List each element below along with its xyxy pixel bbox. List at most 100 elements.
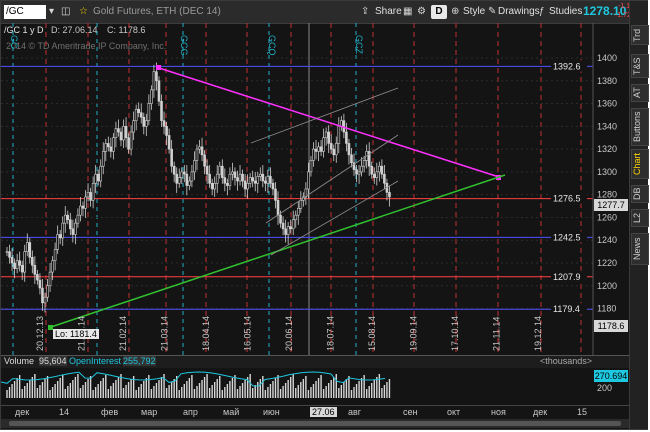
symbol-input[interactable]: /GC bbox=[4, 5, 46, 19]
candle-body bbox=[38, 279, 42, 289]
candle-body bbox=[362, 160, 366, 167]
chevron-down-icon[interactable]: ▾ bbox=[49, 5, 59, 19]
tab-buttons[interactable]: Buttons bbox=[631, 108, 649, 146]
candle-body bbox=[276, 200, 280, 216]
candle-body bbox=[137, 108, 141, 113]
month-label: окт bbox=[447, 407, 461, 417]
candle-body bbox=[58, 234, 62, 239]
month-label: 15 bbox=[577, 407, 588, 417]
price-tick-label: 1200 bbox=[597, 281, 617, 291]
candle-body bbox=[175, 173, 179, 184]
price-tick-label: 1380 bbox=[597, 76, 617, 86]
candle-body bbox=[101, 151, 105, 167]
candle-body bbox=[94, 173, 97, 184]
month-label: июн bbox=[263, 407, 280, 417]
candle-body bbox=[180, 171, 184, 178]
style-button[interactable]: Style bbox=[463, 5, 485, 19]
candle-body bbox=[66, 214, 70, 221]
candle-body bbox=[96, 173, 100, 182]
studies-icon[interactable]: ƒ bbox=[539, 5, 545, 19]
candle-body bbox=[210, 182, 214, 190]
candle-body bbox=[324, 131, 328, 139]
candle-body bbox=[383, 173, 386, 184]
price-tick-label: 1260 bbox=[597, 212, 617, 222]
candle-body bbox=[117, 128, 120, 133]
candle-body bbox=[226, 182, 229, 186]
candle-body bbox=[312, 148, 315, 161]
channel-upper bbox=[250, 87, 399, 144]
volume-label: Volume bbox=[4, 356, 35, 366]
grid-icon[interactable]: ▦ bbox=[403, 5, 412, 19]
candle-body bbox=[13, 262, 16, 269]
expiry-tag: GC bbox=[9, 35, 19, 49]
month-label: апр bbox=[183, 407, 198, 417]
candle-body bbox=[317, 146, 320, 152]
candle-body bbox=[89, 192, 92, 201]
tab-time-sales[interactable]: T&S bbox=[631, 54, 649, 78]
resistance-trendline bbox=[158, 67, 500, 178]
scrollbar-thumb[interactable] bbox=[9, 421, 621, 426]
candle-body bbox=[15, 260, 19, 269]
candle-body bbox=[53, 249, 57, 262]
last-close-tag: 1178.6 bbox=[594, 320, 628, 332]
candle-body bbox=[63, 214, 67, 224]
candle-body bbox=[350, 154, 353, 164]
tab-at[interactable]: AT bbox=[631, 84, 649, 102]
studies-button[interactable]: Studies bbox=[549, 5, 582, 19]
horizontal-scrollbar[interactable] bbox=[1, 419, 629, 428]
candle-body bbox=[48, 271, 52, 287]
candle-body bbox=[36, 274, 39, 281]
share-icon[interactable]: ⇪ bbox=[361, 5, 369, 19]
candle-body bbox=[195, 148, 199, 161]
candle-body bbox=[203, 154, 206, 167]
channel-lower bbox=[270, 180, 399, 256]
month-label: авг bbox=[348, 407, 362, 417]
tab-l2[interactable]: L2 bbox=[631, 209, 649, 227]
drawings-button[interactable]: Drawings bbox=[498, 5, 540, 19]
candle-body bbox=[314, 148, 318, 152]
candle-body bbox=[165, 126, 168, 136]
price-tick-label: 1180 bbox=[597, 304, 616, 314]
candle-body bbox=[286, 226, 290, 235]
date-label: 16.05.14 bbox=[243, 316, 253, 351]
candle-body bbox=[307, 171, 310, 190]
low-label: Lo: 1181.4 bbox=[53, 329, 99, 339]
current-price-tag: 1277.7 bbox=[594, 199, 628, 211]
candle-body bbox=[334, 143, 338, 156]
candle-body bbox=[99, 165, 103, 182]
candle-body bbox=[233, 171, 237, 178]
candle-body bbox=[183, 171, 186, 175]
candle-body bbox=[215, 173, 219, 184]
candle-body bbox=[25, 242, 29, 252]
candle-body bbox=[109, 146, 113, 152]
star-icon[interactable]: ☆ bbox=[79, 5, 88, 19]
volume-chart bbox=[1, 371, 391, 398]
candle-body bbox=[8, 251, 11, 258]
candle-body bbox=[375, 171, 379, 178]
tab-news[interactable]: News bbox=[631, 233, 649, 265]
symbol-link-icon[interactable]: ◫ bbox=[61, 5, 70, 19]
tab-trd[interactable]: Trd bbox=[631, 25, 649, 45]
zoom-icon[interactable]: ⊕ bbox=[451, 5, 459, 19]
candle-body bbox=[347, 143, 351, 156]
candle-body bbox=[185, 173, 189, 186]
share-button[interactable]: Share bbox=[375, 5, 402, 19]
candle-body bbox=[378, 165, 381, 173]
pencil-icon[interactable]: ✎ bbox=[488, 5, 496, 19]
date-label: 20.06.14 bbox=[284, 316, 294, 351]
candle-body bbox=[223, 177, 227, 184]
date-label: 21.03.14 bbox=[160, 316, 170, 351]
candle-body bbox=[69, 219, 72, 230]
candle-body bbox=[139, 112, 143, 118]
month-label: 14 bbox=[59, 407, 70, 417]
candle-body bbox=[319, 146, 323, 152]
tab-chart[interactable]: Chart bbox=[631, 149, 649, 179]
d-button[interactable]: D bbox=[431, 5, 447, 19]
candle-body bbox=[86, 192, 90, 198]
price-tick-label: 1360 bbox=[597, 99, 617, 109]
tab-db[interactable]: DB bbox=[631, 185, 649, 203]
candle-body bbox=[256, 176, 260, 184]
candle-body bbox=[81, 205, 85, 209]
candle-body bbox=[253, 180, 257, 184]
settings-icon[interactable]: ⚙ bbox=[417, 5, 426, 19]
